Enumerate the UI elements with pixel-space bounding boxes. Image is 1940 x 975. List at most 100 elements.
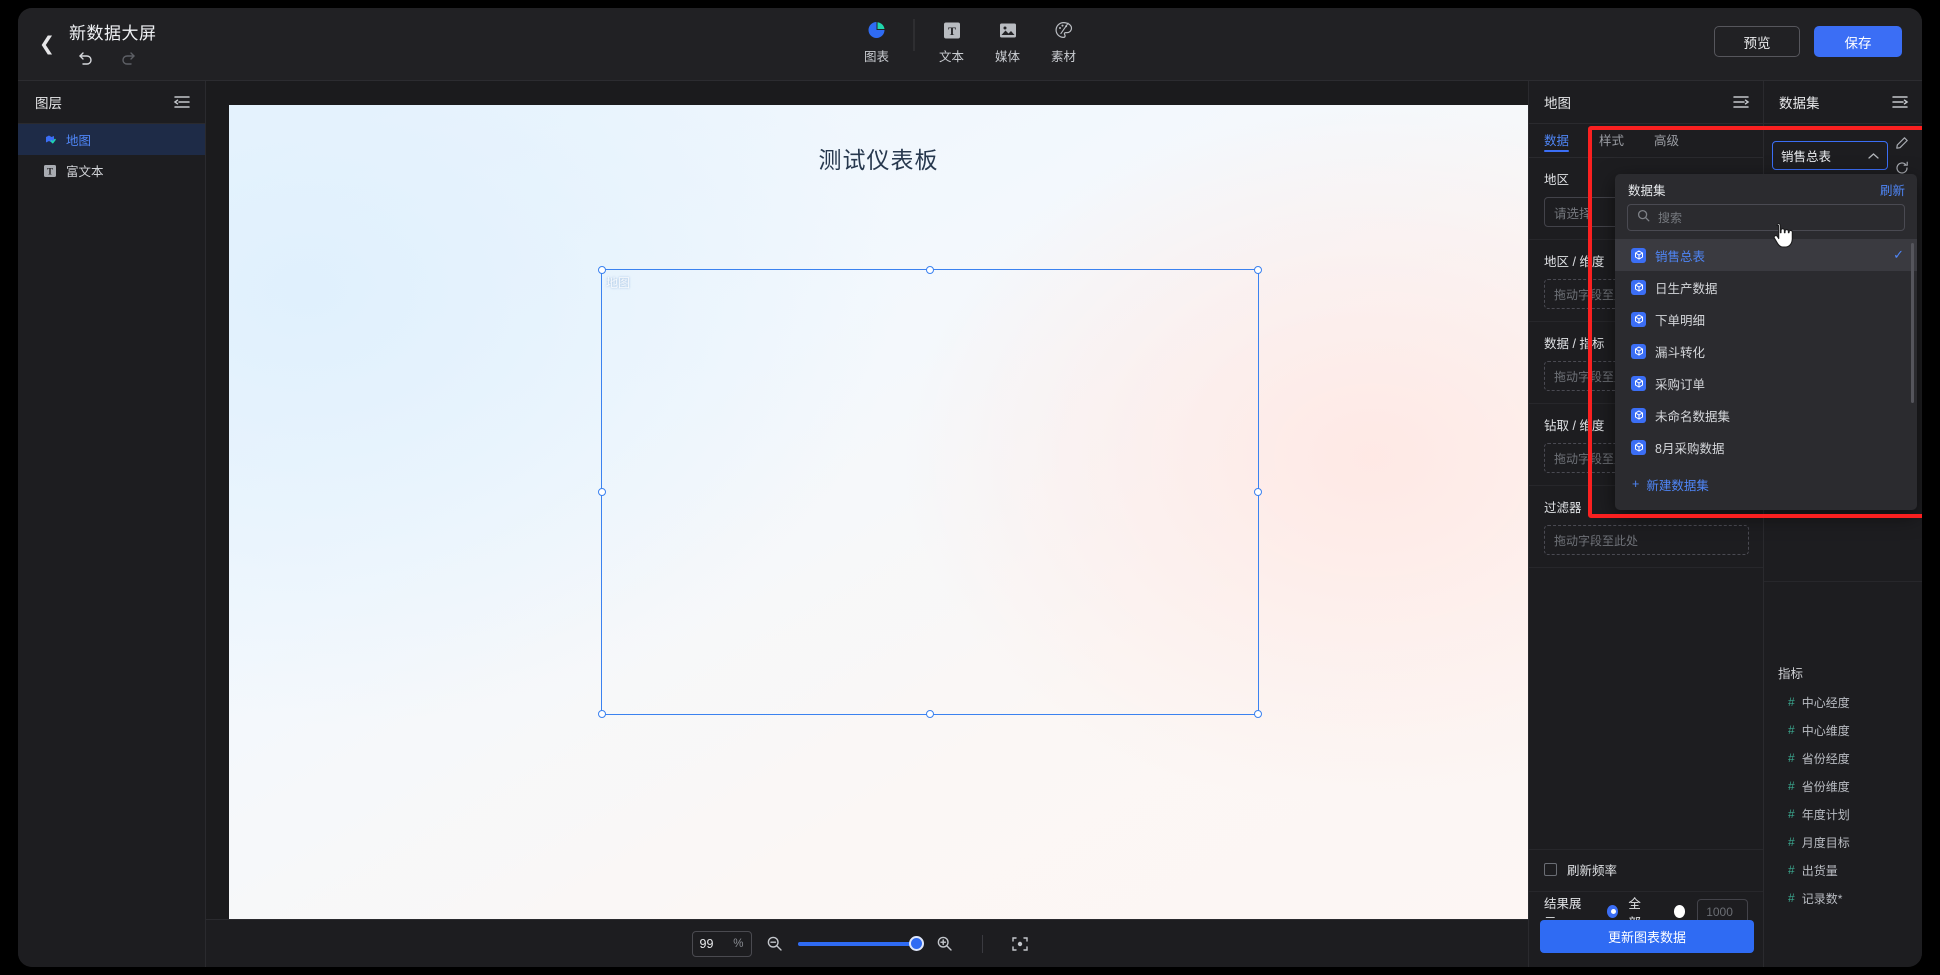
metric-field[interactable]: # 出货量 — [1764, 856, 1922, 884]
sidebar-item-map[interactable]: 地图 — [18, 124, 205, 155]
dataset-cube-icon — [1631, 407, 1646, 423]
panel-collapse-icon[interactable] — [1732, 95, 1750, 109]
preview-button[interactable]: 预览 — [1714, 26, 1800, 57]
resize-handle-top-left[interactable] — [598, 266, 606, 274]
metric-field-label: 省份维度 — [1801, 779, 1850, 794]
percent-label: % — [733, 937, 744, 950]
dataset-panel-header: 数据集 — [1764, 81, 1922, 124]
panel-collapse-icon[interactable] — [173, 95, 191, 109]
pie-chart-icon — [866, 19, 888, 41]
dataset-list-item[interactable]: 未命名数据集 — [1615, 399, 1917, 431]
dataset-list[interactable]: 销售总表 ✓ 日生产数据 下单明细 漏斗转化 采购订单 未命名数据集 8月采购数… — [1615, 239, 1917, 469]
dataset-select-row: 销售总表 — [1764, 124, 1922, 176]
sidebar-item-richtext[interactable]: T 富文本 — [18, 155, 205, 186]
image-icon — [997, 19, 1019, 41]
undo-icon[interactable] — [75, 48, 95, 68]
tool-text[interactable]: T 文本 — [924, 17, 980, 67]
result-limit-radio[interactable] — [1673, 905, 1686, 918]
dataset-selector-value: 销售总表 — [1781, 150, 1832, 164]
zoom-slider-knob[interactable] — [908, 935, 924, 951]
zoom-input[interactable]: 99 % — [691, 930, 752, 957]
metric-field[interactable]: # 中心经度 — [1764, 688, 1922, 716]
update-chart-data-button[interactable]: 更新图表数据 — [1540, 920, 1754, 953]
config-panel-header: 地图 — [1529, 81, 1763, 124]
back-button[interactable]: ❮ — [34, 32, 60, 58]
metric-field-label: 年度计划 — [1801, 807, 1850, 822]
zoom-in-icon[interactable] — [934, 933, 956, 955]
dataset-list-item[interactable]: 8月采购数据 — [1615, 431, 1917, 463]
redo-icon[interactable] — [119, 48, 139, 68]
tab-advanced[interactable]: 高级 — [1654, 124, 1679, 158]
canvas-viewport[interactable]: 测试仪表板 地图 — [206, 81, 1528, 919]
tab-style[interactable]: 样式 — [1599, 124, 1624, 158]
metric-field[interactable]: # 年度计划 — [1764, 800, 1922, 828]
metric-field[interactable]: # 中心维度 — [1764, 716, 1922, 744]
dataset-cube-icon — [1631, 279, 1646, 295]
hash-icon: # — [1788, 779, 1795, 793]
zoom-slider[interactable] — [797, 935, 924, 953]
plus-icon: + — [1632, 477, 1640, 491]
zoombar-divider — [981, 934, 983, 953]
tool-text-label: 文本 — [938, 50, 964, 64]
panel-collapse-icon[interactable] — [1891, 95, 1909, 109]
metric-field[interactable]: # 省份维度 — [1764, 772, 1922, 800]
dashboard-title-text: 测试仪表板 — [818, 147, 939, 173]
tool-chart[interactable]: 图表 — [849, 17, 905, 67]
save-button[interactable]: 保存 — [1814, 26, 1902, 57]
app-root: ❮ 新数据大屏 图表 T 文本 媒体 素材 预览 保存 图层 地图 T 富文本 … — [0, 0, 1940, 975]
refresh-rate-row: 刷新频率 — [1529, 849, 1763, 889]
dataset-list-item[interactable]: 日生产数据 — [1615, 271, 1917, 303]
dataset-selector[interactable]: 销售总表 — [1772, 141, 1888, 170]
metric-field[interactable]: # 省份经度 — [1764, 744, 1922, 772]
filter-dropzone[interactable]: 拖动字段至此处 — [1544, 525, 1749, 555]
refresh-rate-label: 刷新频率 — [1567, 864, 1618, 878]
dataset-cube-icon — [1631, 375, 1646, 391]
metric-field-label: 省份经度 — [1801, 751, 1850, 766]
tool-media[interactable]: 媒体 — [980, 17, 1036, 67]
config-tabs: 数据 样式 高级 — [1529, 124, 1763, 158]
dataset-dropdown[interactable]: 数据集 刷新 销售总表 ✓ 日生产数据 — [1615, 174, 1917, 510]
sidebar-item-map-label: 地图 — [66, 134, 92, 148]
dataset-list-item[interactable]: 销售总表 ✓ — [1615, 239, 1917, 271]
dataset-cube-icon — [1631, 247, 1646, 263]
refresh-rate-checkbox[interactable] — [1544, 863, 1557, 876]
edit-pencil-icon[interactable] — [1894, 135, 1910, 151]
dropdown-refresh-link[interactable]: 刷新 — [1880, 180, 1905, 199]
metric-field-label: 月度目标 — [1801, 835, 1850, 850]
dashboard-canvas[interactable]: 测试仪表板 地图 — [229, 105, 1528, 919]
metric-field[interactable]: # 记录数* — [1764, 884, 1922, 912]
resize-handle-bottom-left[interactable] — [598, 710, 606, 718]
tool-material[interactable]: 素材 — [1036, 17, 1092, 67]
selected-map-widget[interactable]: 地图 — [598, 266, 1262, 718]
resize-handle-top-center[interactable] — [926, 266, 934, 274]
dataset-list-item[interactable]: 采购订单 — [1615, 367, 1917, 399]
svg-text:T: T — [46, 166, 52, 176]
resize-handle-middle-left[interactable] — [598, 488, 606, 496]
chevron-up-icon — [1868, 149, 1879, 163]
resize-handle-bottom-center[interactable] — [926, 710, 934, 718]
tool-media-label: 媒体 — [994, 50, 1020, 64]
search-input[interactable] — [1658, 210, 1895, 225]
new-dataset-label: 新建数据集 — [1646, 478, 1709, 493]
resize-handle-middle-right[interactable] — [1254, 488, 1262, 496]
result-all-radio[interactable] — [1607, 905, 1619, 918]
new-dataset-button[interactable]: + 新建数据集 — [1615, 469, 1917, 499]
dataset-search-box[interactable] — [1627, 204, 1905, 231]
dataset-list-item[interactable]: 漏斗转化 — [1615, 335, 1917, 367]
dataset-list-item-label: 8月采购数据 — [1655, 441, 1725, 456]
tab-data[interactable]: 数据 — [1544, 124, 1570, 158]
dataset-list-item-label: 采购订单 — [1655, 377, 1706, 392]
dataset-list-item[interactable]: API数据集 — [1615, 463, 1917, 469]
zoom-out-icon[interactable] — [764, 933, 786, 955]
palette-icon — [1053, 19, 1075, 41]
resize-handle-bottom-right[interactable] — [1254, 710, 1262, 718]
fit-to-screen-icon[interactable] — [1009, 933, 1031, 955]
resize-handle-top-right[interactable] — [1254, 266, 1262, 274]
metric-section-title: 指标 — [1778, 667, 1804, 681]
metric-field[interactable]: # 月度目标 — [1764, 828, 1922, 856]
dimension-section: 维度 — [1764, 581, 1922, 661]
dataset-list-item-label: 销售总表 — [1655, 249, 1706, 264]
dataset-list-item[interactable]: 下单明细 — [1615, 303, 1917, 335]
dataset-list-item-label: 未命名数据集 — [1655, 409, 1731, 424]
dropdown-scrollbar[interactable] — [1911, 243, 1914, 403]
